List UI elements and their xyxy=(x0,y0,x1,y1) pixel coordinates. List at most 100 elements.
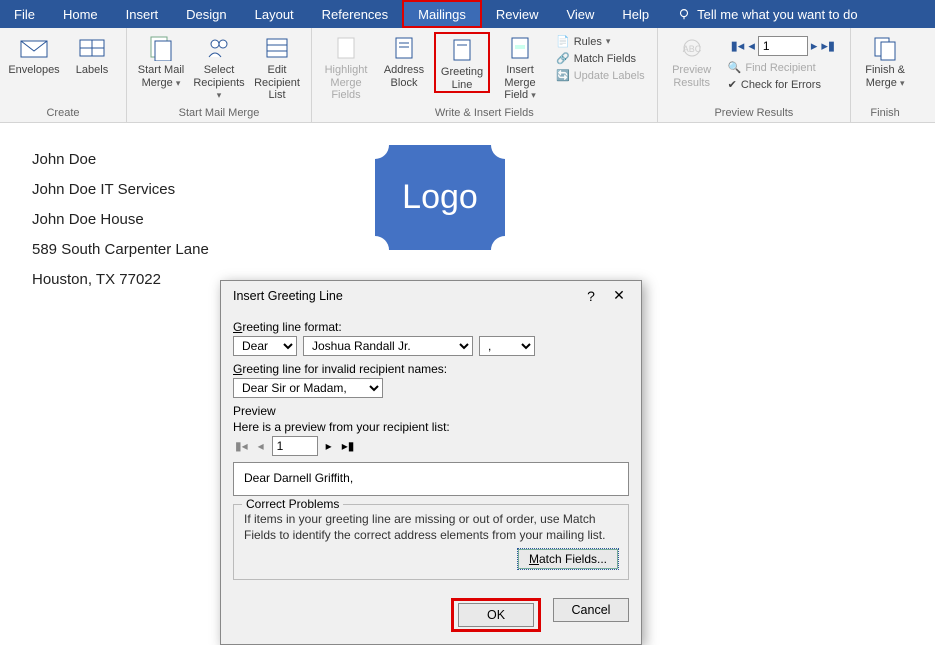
preview-last-button[interactable]: ▸▮ xyxy=(340,439,357,453)
svg-text:ABC: ABC xyxy=(682,44,701,54)
correct-problems-legend: Correct Problems xyxy=(242,497,343,511)
select-recipients-label: Select Recipients ▾ xyxy=(193,64,245,102)
preview-results-label: Preview Results xyxy=(666,64,718,89)
group-start-mail-merge: Start Mail Merge ▾ Select Recipients ▾ E… xyxy=(127,28,312,122)
tab-review[interactable]: Review xyxy=(482,0,553,28)
preview-results-button: ABC Preview Results xyxy=(664,32,720,89)
menu-bar: File Home Insert Design Layout Reference… xyxy=(0,0,935,28)
envelopes-button[interactable]: Envelopes xyxy=(6,32,62,77)
invalid-label: Greeting line for invalid recipient name… xyxy=(233,362,629,376)
preview-box: Dear Darnell Griffith, xyxy=(233,462,629,496)
tab-mailings[interactable]: Mailings xyxy=(402,0,482,28)
tab-design[interactable]: Design xyxy=(172,0,240,28)
insert-mf-label: Insert Merge Field ▾ xyxy=(494,64,546,102)
highlight-icon xyxy=(330,34,362,62)
tab-insert[interactable]: Insert xyxy=(112,0,173,28)
edit-recipient-list-button[interactable]: Edit Recipient List xyxy=(249,32,305,102)
group-preview-results: ABC Preview Results ▮◂ ◂ ▸ ▸▮ 🔍Find Reci… xyxy=(658,28,851,122)
group-finish: Finish & Merge ▾ Finish xyxy=(851,28,919,122)
finish-merge-icon xyxy=(869,34,901,62)
address-block-label: Address Block xyxy=(378,64,430,89)
group-write-insert: Highlight Merge Fields Address Block Gre… xyxy=(312,28,658,122)
record-number-input[interactable] xyxy=(758,36,808,56)
check-errors-button[interactable]: ✔Check for Errors xyxy=(726,77,840,92)
address-block-icon xyxy=(388,34,420,62)
tab-home[interactable]: Home xyxy=(49,0,112,28)
last-record-button[interactable]: ▸▮ xyxy=(820,38,836,54)
group-write-label: Write & Insert Fields xyxy=(312,105,657,122)
match-fields-icon: 🔗 xyxy=(556,52,570,65)
prev-record-button[interactable]: ◂ xyxy=(747,38,756,54)
group-start-label: Start Mail Merge xyxy=(127,105,311,122)
invalid-greeting-select[interactable]: Dear Sir or Madam, xyxy=(233,378,383,398)
first-record-button[interactable]: ▮◂ xyxy=(730,38,746,54)
logo-text: Logo xyxy=(375,145,505,250)
preview-next-button[interactable]: ▸ xyxy=(324,439,334,453)
start-mail-merge-button[interactable]: Start Mail Merge ▾ xyxy=(133,32,189,89)
tab-references[interactable]: References xyxy=(308,0,402,28)
greeting-line-button[interactable]: Greeting Line xyxy=(434,32,490,93)
edit-recipient-label: Edit Recipient List xyxy=(251,64,303,102)
lightbulb-icon xyxy=(677,7,691,21)
update-labels-button: 🔄Update Labels xyxy=(554,68,647,83)
rules-icon: 📄 xyxy=(556,35,570,48)
tab-view[interactable]: View xyxy=(552,0,608,28)
preview-record-input[interactable] xyxy=(272,436,318,456)
recipients-icon xyxy=(203,34,235,62)
next-record-button[interactable]: ▸ xyxy=(810,38,819,54)
update-labels-icon: 🔄 xyxy=(556,69,570,82)
address-block-button[interactable]: Address Block xyxy=(376,32,432,89)
preview-icon: ABC xyxy=(676,34,708,62)
tab-layout[interactable]: Layout xyxy=(241,0,308,28)
preview-first-button: ▮◂ xyxy=(233,439,250,453)
format-label: Greeting line format: xyxy=(233,320,629,334)
highlight-merge-fields-button: Highlight Merge Fields xyxy=(318,32,374,102)
tab-file[interactable]: File xyxy=(0,0,49,28)
match-fields-dialog-button[interactable]: Match Fields... xyxy=(518,549,618,569)
cancel-button[interactable]: Cancel xyxy=(553,598,629,622)
record-nav: ▮◂ ◂ ▸ ▸▮ xyxy=(726,34,840,58)
select-recipients-button[interactable]: Select Recipients ▾ xyxy=(191,32,247,102)
ribbon: Envelopes Labels Create Start Mail Merge… xyxy=(0,28,935,123)
ok-highlight: OK xyxy=(451,598,541,632)
find-recipient-button: 🔍Find Recipient xyxy=(726,60,840,75)
find-icon: 🔍 xyxy=(728,61,742,74)
start-merge-icon xyxy=(145,34,177,62)
labels-button[interactable]: Labels xyxy=(64,32,120,77)
name-format-select[interactable]: Joshua Randall Jr. xyxy=(303,336,473,356)
insert-greeting-line-dialog: Insert Greeting Line ? ✕ Greeting line f… xyxy=(220,280,642,645)
salutation-select[interactable]: Dear xyxy=(233,336,297,356)
dialog-title: Insert Greeting Line xyxy=(233,289,577,303)
close-button[interactable]: ✕ xyxy=(605,287,633,304)
help-button[interactable]: ? xyxy=(577,288,605,304)
group-finish-label: Finish xyxy=(851,105,919,122)
finish-merge-button[interactable]: Finish & Merge ▾ xyxy=(857,32,913,89)
preview-heading: Preview xyxy=(233,404,629,418)
highlight-label: Highlight Merge Fields xyxy=(320,64,372,102)
rules-button[interactable]: 📄Rules ▾ xyxy=(554,34,647,49)
labels-label: Labels xyxy=(76,64,108,77)
logo-shape: Logo xyxy=(375,145,505,250)
start-mm-label: Start Mail Merge ▾ xyxy=(135,64,187,89)
tab-help[interactable]: Help xyxy=(608,0,663,28)
greeting-line-label: Greeting Line xyxy=(438,66,486,91)
group-create-label: Create xyxy=(0,105,126,122)
tell-me-search[interactable]: Tell me what you want to do xyxy=(663,0,871,28)
envelopes-label: Envelopes xyxy=(8,64,59,77)
preview-prev-button: ◂ xyxy=(256,439,266,453)
dialog-titlebar: Insert Greeting Line ? ✕ xyxy=(221,281,641,310)
match-fields-button[interactable]: 🔗Match Fields xyxy=(554,51,647,66)
labels-icon xyxy=(76,34,108,62)
insert-merge-field-icon xyxy=(504,34,536,62)
tell-me-label: Tell me what you want to do xyxy=(697,7,857,22)
ok-button[interactable]: OK xyxy=(458,603,534,627)
check-icon: ✔ xyxy=(728,78,737,91)
punctuation-select[interactable]: , xyxy=(479,336,535,356)
preview-desc: Here is a preview from your recipient li… xyxy=(233,420,629,434)
insert-merge-field-button[interactable]: Insert Merge Field ▾ xyxy=(492,32,548,102)
correct-problems-desc: If items in your greeting line are missi… xyxy=(244,511,618,543)
greeting-line-icon xyxy=(446,36,478,64)
group-preview-label: Preview Results xyxy=(658,105,850,122)
finish-merge-label: Finish & Merge ▾ xyxy=(859,64,911,89)
correct-problems-group: Correct Problems If items in your greeti… xyxy=(233,504,629,580)
